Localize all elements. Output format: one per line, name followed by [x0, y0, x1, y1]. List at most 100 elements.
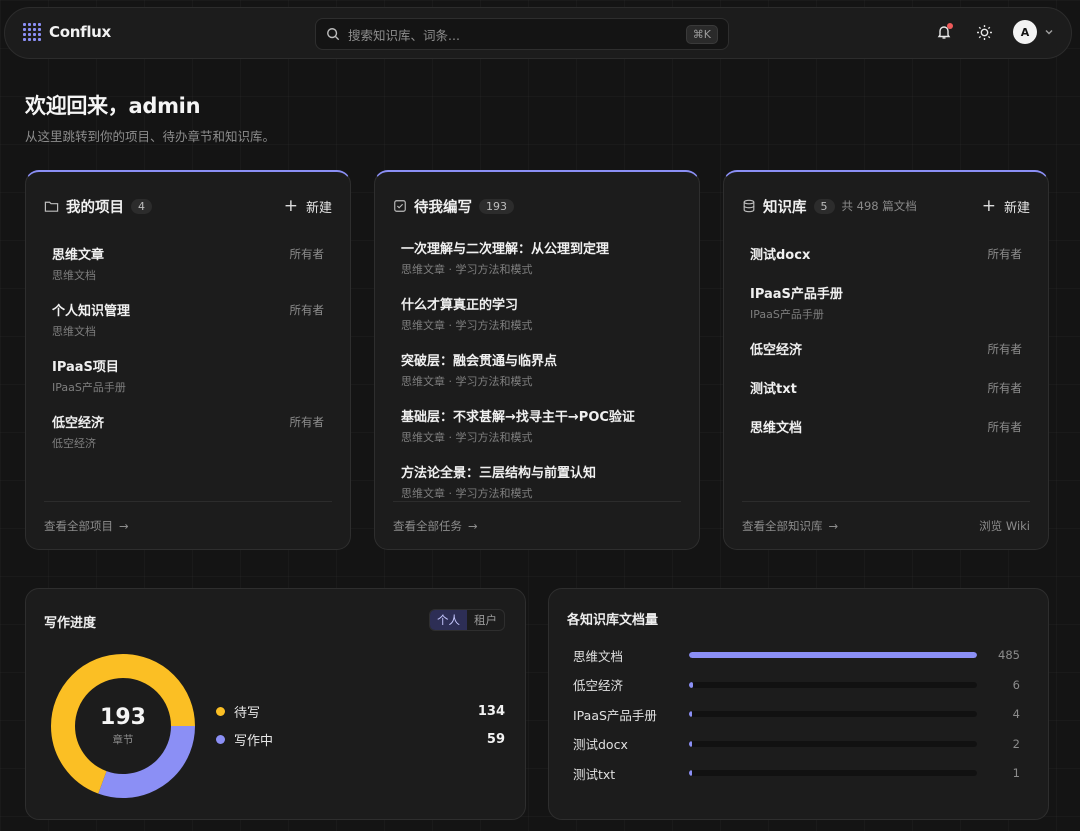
bar-value: 2 — [1012, 736, 1020, 751]
kb-name: 测试docx — [750, 248, 811, 263]
bar-track — [689, 711, 977, 717]
todo-item[interactable]: 方法论全景：三层结构与前置认知 思维文章 · 学习方法和模式 — [401, 462, 673, 502]
project-kb: IPaaS产品手册 — [52, 381, 126, 394]
bar-row: IPaaS产品手册 4 — [573, 704, 1020, 724]
role-tag: 所有者 — [987, 381, 1023, 395]
kb-item[interactable]: 测试txt 所有者 — [750, 378, 1022, 400]
project-title: 个人知识管理 — [52, 304, 131, 319]
avatar: A — [1013, 20, 1037, 44]
app-logo[interactable]: Conflux — [23, 23, 111, 41]
chapter-path: 思维文章 · 学习方法和模式 — [401, 263, 533, 276]
chapter-title: 突破层：融会贯通与临界点 — [401, 354, 558, 369]
role-tag: 所有者 — [987, 342, 1023, 356]
sun-icon — [976, 24, 992, 40]
kb-item[interactable]: 低空经济 所有者 — [750, 339, 1022, 361]
bar-fill — [689, 652, 977, 658]
bar-row: 低空经济 6 — [573, 675, 1020, 695]
donut-center: 193 章节 — [48, 651, 198, 801]
page-title: 欢迎回来，admin — [25, 94, 201, 118]
bar-fill — [689, 711, 693, 717]
todo-title: 待我编写 — [414, 199, 472, 216]
bar-track — [689, 740, 977, 747]
arrow-right-icon: → — [119, 518, 129, 533]
bar-track — [689, 770, 977, 776]
chapter-path: 思维文章 · 学习方法和模式 — [401, 319, 533, 332]
user-menu[interactable]: A — [1013, 20, 1055, 44]
chapter-title: 一次理解与二次理解：从公理到定理 — [401, 242, 610, 257]
scope-tenant-tab[interactable]: 租户 — [467, 610, 504, 630]
kb-item[interactable]: IPaaS产品手册 IPaaS产品手册 — [750, 283, 1022, 323]
app-name: Conflux — [49, 23, 111, 41]
todo-count: 193 — [479, 198, 514, 214]
project-item[interactable]: 个人知识管理 思维文档 所有者 — [52, 300, 324, 340]
todo-item[interactable]: 突破层：融会贯通与临界点 思维文章 · 学习方法和模式 — [401, 350, 673, 390]
folder-icon — [44, 201, 59, 212]
chapter-path: 思维文章 · 学习方法和模式 — [401, 487, 533, 500]
legend-label: 待写 — [234, 705, 261, 721]
browse-wiki-link[interactable]: 浏览 Wiki — [979, 518, 1030, 534]
role-tag: 所有者 — [987, 247, 1023, 261]
project-title: IPaaS项目 — [52, 360, 119, 375]
kb-name: 低空经济 — [750, 343, 803, 358]
project-title: 低空经济 — [52, 416, 105, 431]
new-kb-label: 新建 — [1003, 200, 1030, 216]
bar-label: IPaaS产品手册 — [573, 707, 657, 723]
legend-value: 134 — [477, 703, 505, 719]
bar-row: 测试txt 1 — [573, 763, 1020, 783]
project-kb: 低空经济 — [52, 437, 96, 450]
kb-card: 知识库 5 共 498 篇文档 + 新建 测试docx 所有者 IPaaS产品手册… — [723, 170, 1049, 550]
todo-item[interactable]: 什么才算真正的学习 思维文章 · 学习方法和模式 — [401, 294, 673, 334]
notifications-button[interactable] — [933, 21, 955, 43]
legend-label: 写作中 — [234, 733, 274, 749]
bar-value: 6 — [1012, 677, 1020, 692]
total-chapters-label: 章节 — [112, 734, 134, 746]
search-placeholder: 搜索知识库、词条... — [348, 27, 460, 43]
plus-icon: + — [283, 195, 298, 216]
bar-fill — [689, 740, 693, 747]
kb-count: 5 — [813, 198, 835, 214]
search-shortcut: ⌘K — [685, 24, 718, 44]
role-tag: 所有者 — [289, 415, 325, 429]
chapter-path: 思维文章 · 学习方法和模式 — [401, 375, 533, 388]
logo-grid-icon — [23, 23, 41, 41]
kb-name: 测试txt — [750, 382, 797, 397]
project-title: 思维文章 — [52, 248, 105, 263]
chevron-down-icon — [1045, 30, 1053, 35]
total-chapters-value: 193 — [100, 705, 146, 730]
view-all-tasks-link[interactable]: 查看全部任务 → — [393, 518, 478, 534]
theme-toggle-button[interactable] — [973, 21, 995, 43]
bar-row: 思维文档 485 — [573, 645, 1020, 665]
kb-item[interactable]: 思维文档 所有者 — [750, 417, 1022, 439]
legend-value: 59 — [486, 731, 505, 747]
scope-personal-tab[interactable]: 个人 — [430, 610, 467, 630]
project-item[interactable]: IPaaS项目 IPaaS产品手册 — [52, 356, 324, 396]
kb-item[interactable]: 测试docx 所有者 — [750, 244, 1022, 266]
kb-name: IPaaS产品手册 — [750, 287, 843, 302]
todo-card: 待我编写 193 一次理解与二次理解：从公理到定理 思维文章 · 学习方法和模式… — [374, 170, 700, 550]
plus-icon: + — [981, 195, 996, 216]
search-input[interactable]: 搜索知识库、词条... ⌘K — [315, 18, 729, 50]
project-item[interactable]: 思维文章 思维文档 所有者 — [52, 244, 324, 284]
new-kb-button[interactable]: + 新建 — [982, 197, 1030, 216]
role-tag: 所有者 — [289, 303, 325, 317]
docs-chart-title: 各知识库文档量 — [567, 613, 659, 628]
search-icon — [327, 28, 340, 41]
bar-label: 测试docx — [573, 737, 628, 752]
todo-item[interactable]: 一次理解与二次理解：从公理到定理 思维文章 · 学习方法和模式 — [401, 238, 673, 278]
notification-dot — [947, 23, 953, 29]
arrow-right-icon: → — [468, 518, 478, 533]
bar-value: 485 — [998, 648, 1020, 662]
bar-value: 1 — [1012, 766, 1020, 780]
new-project-button[interactable]: + 新建 — [284, 197, 332, 216]
bar-fill — [689, 681, 693, 688]
todo-item[interactable]: 基础层：不求甚解→找寻主干→POC验证 思维文章 · 学习方法和模式 — [401, 406, 673, 446]
projects-card: 我的项目 4 + 新建 思维文章 思维文档 所有者 个人知识管理 思维文档 所有者… — [25, 170, 351, 550]
scope-toggle: 个人 租户 — [429, 609, 505, 631]
chapter-title: 什么才算真正的学习 — [401, 298, 519, 313]
kb-name: 思维文档 — [750, 421, 803, 436]
view-all-projects-link[interactable]: 查看全部项目 → — [44, 518, 129, 534]
project-item[interactable]: 低空经济 低空经济 所有者 — [52, 412, 324, 452]
new-project-label: 新建 — [305, 200, 332, 216]
view-all-kb-link[interactable]: 查看全部知识库 → — [742, 518, 838, 534]
project-kb: 思维文档 — [52, 325, 96, 338]
